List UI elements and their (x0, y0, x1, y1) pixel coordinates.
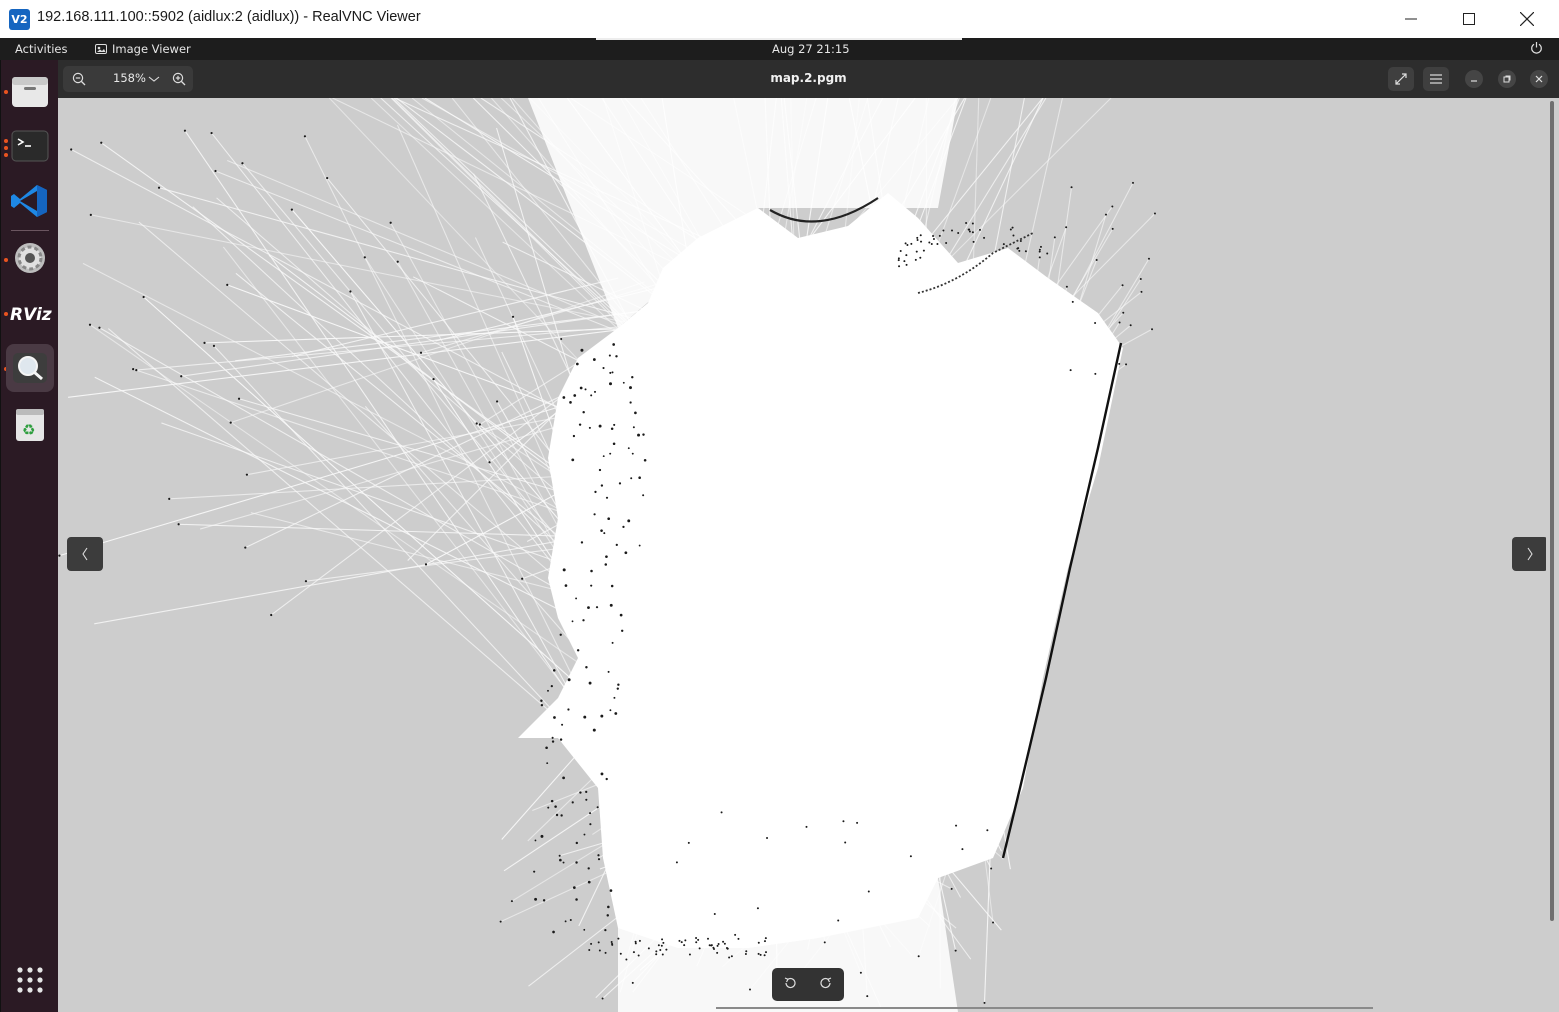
rotate-right-icon (820, 977, 832, 989)
maximize-icon (1463, 13, 1475, 25)
dock-item-image-viewer[interactable] (6, 344, 54, 392)
occupancy-map-image (58, 98, 1546, 1012)
restore-icon (1503, 75, 1511, 83)
image-viewer-small-icon (95, 44, 107, 54)
dock-item-settings[interactable] (6, 234, 54, 282)
next-image-button[interactable] (1512, 537, 1546, 571)
vertical-scrollbar[interactable] (1546, 98, 1559, 1012)
svg-text:RViz: RViz (10, 305, 52, 325)
dock-item-terminal[interactable] (6, 122, 54, 170)
rotate-controls (772, 968, 844, 1001)
grid-icon (17, 967, 43, 993)
window-title: 192.168.111.100::5902 (aidlux:2 (aidlux)… (37, 9, 421, 25)
folder-icon (12, 77, 48, 107)
magnifier-icon (13, 353, 47, 383)
gear-icon (15, 243, 45, 273)
viewer-restore-button[interactable] (1498, 70, 1516, 88)
dock-item-files[interactable] (6, 68, 54, 116)
chevron-right-icon (1527, 547, 1533, 561)
app-menu[interactable]: Image Viewer (95, 42, 191, 56)
rviz-icon: RViz (10, 305, 52, 325)
minimize-button[interactable] (1382, 0, 1440, 38)
app-menu-label: Image Viewer (112, 42, 191, 56)
main-menu-button[interactable] (1423, 67, 1449, 91)
rotate-right-button[interactable] (819, 975, 833, 994)
dock-item-vscode[interactable] (6, 177, 54, 225)
maximize-button[interactable] (1440, 0, 1498, 38)
terminal-icon (11, 130, 49, 162)
power-menu[interactable] (1530, 41, 1543, 57)
close-icon (1520, 12, 1534, 26)
notification-indicator (596, 38, 962, 40)
close-icon (1535, 75, 1543, 83)
viewer-minimize-button[interactable] (1465, 70, 1483, 88)
viewer-close-button[interactable] (1530, 70, 1548, 88)
svg-text:♻: ♻ (22, 421, 35, 439)
dock-item-trash[interactable]: ♻ (6, 400, 54, 448)
viewer-file-title: map.2.pgm (770, 71, 847, 85)
realvnc-app-icon: V2 (9, 9, 30, 30)
trash-icon: ♻ (16, 409, 44, 441)
horizontal-scrollbar[interactable] (716, 1007, 1373, 1009)
vnc-window-titlebar: V2 192.168.111.100::5902 (aidlux:2 (aidl… (0, 0, 1559, 39)
chevron-left-icon (82, 547, 88, 561)
dock-item-rviz[interactable]: RViz (6, 289, 54, 337)
activities-button[interactable]: Activities (15, 42, 67, 56)
show-apps-button[interactable] (6, 956, 54, 1004)
map-image-canvas[interactable] (58, 98, 1546, 1012)
ubuntu-dock: RViz ♻ (0, 60, 59, 1012)
vscode-icon (11, 185, 47, 217)
clock[interactable]: Aug 27 21:15 (772, 42, 850, 56)
rotate-left-icon (784, 977, 796, 989)
fullscreen-button[interactable] (1388, 67, 1414, 91)
power-icon (1531, 42, 1542, 54)
fullscreen-icon (1395, 73, 1407, 85)
image-viewer-headerbar: 158% map.2.pgm (58, 60, 1559, 99)
gnome-top-bar: Activities Image Viewer Aug 27 21:15 (0, 38, 1559, 60)
rotate-left-button[interactable] (783, 975, 797, 994)
close-button[interactable] (1498, 0, 1556, 38)
minimize-icon (1405, 18, 1417, 20)
minimize-icon (1471, 80, 1477, 82)
previous-image-button[interactable] (67, 537, 103, 571)
hamburger-icon (1430, 74, 1442, 84)
